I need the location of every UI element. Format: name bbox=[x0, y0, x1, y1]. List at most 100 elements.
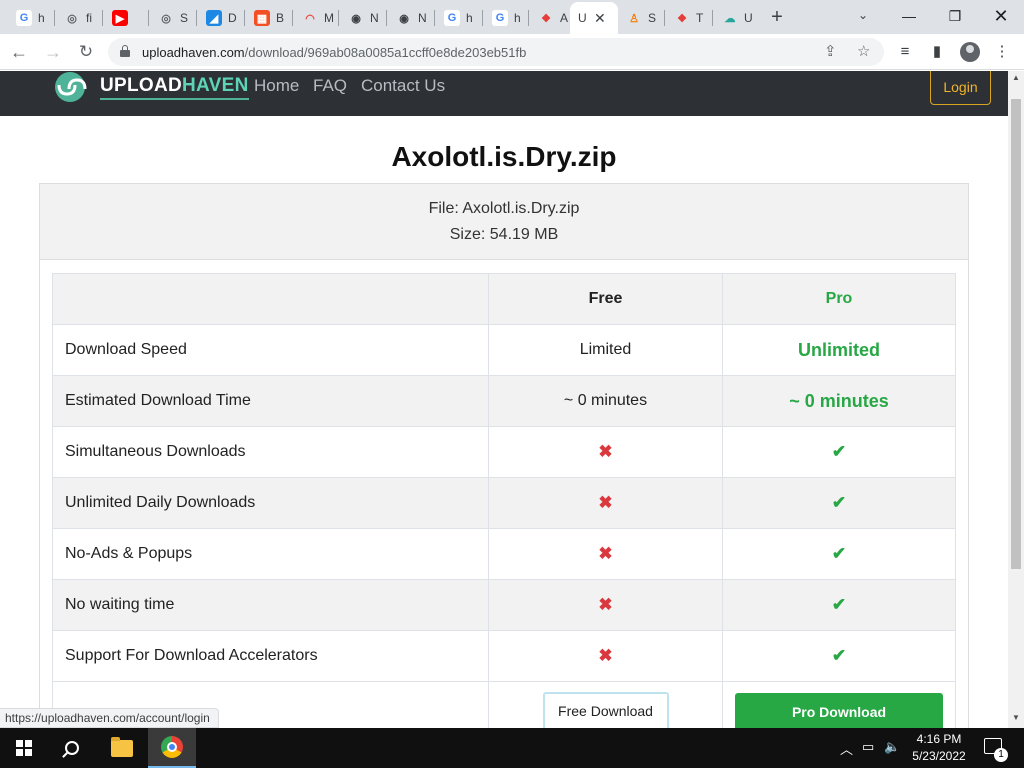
tab-separator bbox=[244, 10, 245, 26]
scrollbar-thumb[interactable] bbox=[1011, 99, 1021, 569]
nav-home-link[interactable]: Home bbox=[254, 76, 299, 96]
search-icon bbox=[65, 741, 79, 755]
system-clock[interactable]: 4:16 PM 5/23/2022 bbox=[906, 731, 972, 765]
back-button[interactable]: ← bbox=[8, 41, 30, 63]
tab-favicon-icon: ◎ bbox=[158, 10, 174, 26]
tab-separator bbox=[148, 10, 149, 26]
tab-favicon-icon: ▶ bbox=[112, 10, 128, 26]
address-bar[interactable]: uploadhaven.com/download/969ab08a0085a1c… bbox=[108, 38, 884, 66]
header-pro: Pro bbox=[825, 290, 853, 307]
cross-icon: ✖ bbox=[489, 529, 723, 579]
clock-date: 5/23/2022 bbox=[912, 749, 966, 763]
share-icon[interactable]: ⇪ bbox=[824, 42, 837, 60]
tab-separator bbox=[338, 10, 339, 26]
cross-icon: ✖ bbox=[489, 427, 723, 477]
browser-tab[interactable]: Gh bbox=[484, 4, 524, 32]
lock-icon[interactable] bbox=[120, 45, 130, 57]
restore-button[interactable]: ❐ bbox=[932, 2, 978, 30]
clock-time: 4:16 PM bbox=[916, 732, 962, 746]
file-explorer-button[interactable] bbox=[98, 728, 146, 768]
page-viewport: UPLOADHAVEN Home FAQ Contact Us Login Ax… bbox=[0, 71, 1008, 728]
start-button[interactable] bbox=[0, 728, 48, 768]
browser-tab[interactable]: ◢ D bbox=[198, 4, 238, 32]
scroll-up-arrow-icon[interactable]: ▲ bbox=[1012, 73, 1020, 82]
menu-kebab-icon[interactable]: ⋮ bbox=[992, 42, 1012, 62]
notification-count-badge: 1 bbox=[994, 748, 1008, 762]
browser-tab[interactable]: ▶ bbox=[104, 4, 144, 32]
browser-tab[interactable]: Gh bbox=[436, 4, 476, 32]
profile-avatar-icon[interactable] bbox=[960, 42, 980, 62]
browser-tab[interactable]: ◉ N bbox=[340, 4, 380, 32]
feature-label: Download Speed bbox=[53, 325, 489, 375]
browser-tab[interactable]: ◎ S bbox=[150, 4, 190, 32]
reload-button[interactable]: ↻ bbox=[75, 41, 97, 63]
feature-label: Simultaneous Downloads bbox=[53, 427, 489, 477]
tab-title: T bbox=[696, 11, 704, 25]
browser-tab[interactable]: ❖ A bbox=[530, 4, 570, 32]
nav-faq-link[interactable]: FAQ bbox=[313, 76, 347, 96]
tab-separator bbox=[434, 10, 435, 26]
tab-separator bbox=[712, 10, 713, 26]
tab-title: h bbox=[466, 11, 473, 25]
table-row: Simultaneous Downloads ✖ ✔ bbox=[53, 427, 955, 478]
minimize-button[interactable]: — bbox=[886, 2, 932, 30]
tab-strip: Gh◎fi▶◎S◢D▦B◠M◉N◉NGhGh❖AUU✕♙S❖T☁U + ⌄ — … bbox=[0, 0, 1024, 34]
tab-favicon-icon: ☁ bbox=[722, 10, 738, 26]
tab-search-chevron-icon[interactable]: ⌄ bbox=[854, 8, 872, 26]
browser-tab[interactable]: UU✕ bbox=[570, 2, 618, 34]
check-icon: ✔ bbox=[831, 544, 847, 563]
browser-tab[interactable]: ◉ N bbox=[388, 4, 428, 32]
browser-tab[interactable]: Gh bbox=[8, 4, 48, 32]
check-icon: ✔ bbox=[831, 442, 847, 461]
close-tab-icon[interactable]: ✕ bbox=[594, 10, 606, 27]
nav-contact-link[interactable]: Contact Us bbox=[361, 76, 445, 96]
network-icon[interactable]: ▭ bbox=[862, 739, 874, 755]
browser-tab[interactable]: ◠ M bbox=[294, 4, 334, 32]
close-window-button[interactable]: ✕ bbox=[978, 2, 1024, 30]
tab-title: N bbox=[370, 11, 379, 25]
cross-icon: ✖ bbox=[489, 631, 723, 681]
taskbar-search-button[interactable] bbox=[48, 728, 96, 768]
browser-tab[interactable]: ◎ fi bbox=[56, 4, 96, 32]
tab-title: h bbox=[38, 11, 45, 25]
pro-value: ~ 0 minutes bbox=[789, 390, 889, 411]
tab-title: D bbox=[228, 11, 237, 25]
uploadhaven-logo[interactable]: UPLOADHAVEN bbox=[46, 71, 249, 103]
browser-tab[interactable]: ❖ T bbox=[666, 4, 706, 32]
browser-tab[interactable]: ▦ B bbox=[246, 4, 286, 32]
file-title: Axolotl.is.Dry.zip bbox=[391, 141, 617, 172]
browser-tab[interactable]: ♙ S bbox=[618, 4, 658, 32]
media-control-icon[interactable]: ≡ bbox=[895, 42, 915, 62]
login-button[interactable]: Login bbox=[930, 71, 991, 105]
tab-separator bbox=[196, 10, 197, 26]
scroll-down-arrow-icon[interactable]: ▼ bbox=[1012, 713, 1020, 722]
volume-icon[interactable]: 🔈 bbox=[884, 739, 900, 755]
tab-separator bbox=[482, 10, 483, 26]
link-status-bubble: https://uploadhaven.com/account/login bbox=[0, 708, 219, 728]
url-text[interactable]: uploadhaven.com/download/969ab08a0085a1c… bbox=[142, 45, 526, 60]
chrome-taskbar-button[interactable] bbox=[148, 728, 196, 768]
logo-text-haven: HAVEN bbox=[182, 74, 249, 96]
download-card: File: Axolotl.is.Dry.zip Size: 54.19 MB … bbox=[39, 183, 969, 728]
new-tab-button[interactable]: + bbox=[766, 6, 788, 28]
plan-comparison-table: Free Pro Download Speed Limited Unlimited E… bbox=[52, 273, 956, 728]
url-host: uploadhaven.com bbox=[142, 45, 245, 60]
cross-icon: ✖ bbox=[489, 478, 723, 528]
tab-favicon-icon: ❖ bbox=[674, 10, 690, 26]
forward-button[interactable]: → bbox=[42, 41, 64, 63]
table-row: Unlimited Daily Downloads ✖ ✔ bbox=[53, 478, 955, 529]
cross-icon: ✖ bbox=[489, 580, 723, 630]
table-row: Support For Download Accelerators ✖ ✔ bbox=[53, 631, 955, 682]
side-panel-icon[interactable]: ▮ bbox=[927, 42, 947, 62]
tray-chevron-up-icon[interactable]: ︿ bbox=[840, 739, 853, 758]
bookmark-star-icon[interactable]: ☆ bbox=[857, 42, 870, 60]
tab-title: S bbox=[180, 11, 189, 25]
pro-download-cell: Pro Download bbox=[723, 682, 955, 728]
page-scrollbar[interactable]: ▲ ▼ bbox=[1008, 71, 1024, 728]
free-download-cell: Free Download bbox=[489, 682, 723, 728]
browser-tab[interactable]: ☁ U bbox=[714, 4, 754, 32]
free-download-button[interactable]: Free Download bbox=[542, 692, 669, 728]
pro-download-button[interactable]: Pro Download bbox=[735, 693, 943, 728]
tab-favicon-icon: ❖ bbox=[538, 10, 554, 26]
file-info-header: File: Axolotl.is.Dry.zip Size: 54.19 MB bbox=[40, 184, 968, 260]
